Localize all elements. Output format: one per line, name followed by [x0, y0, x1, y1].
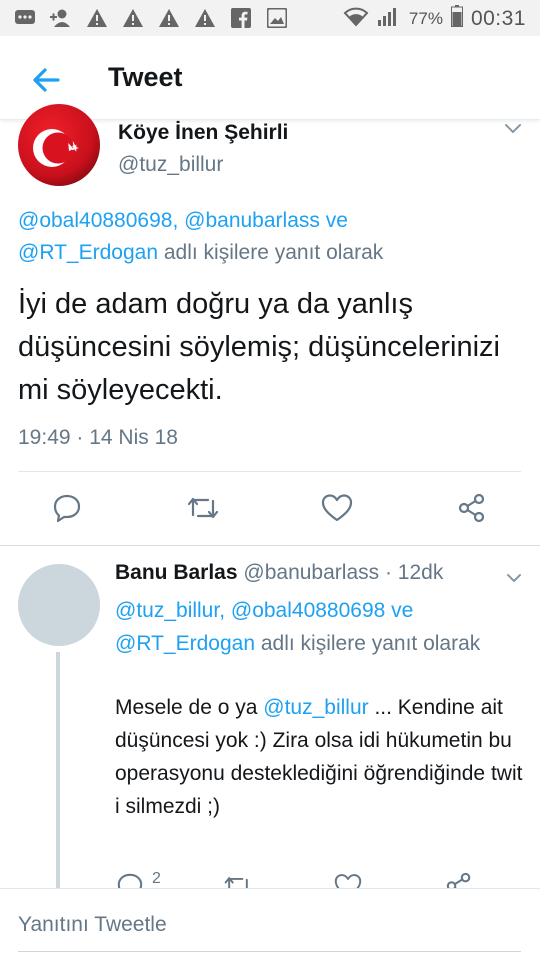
reply-suffix: adlı kişilere yanıt olarak: [158, 241, 384, 264]
reply-text: Mesele de o ya @tuz_billur ... Kendine a…: [115, 691, 530, 823]
warning-icon: [194, 7, 216, 29]
replying-to: @obal40880698, @banubarlass ve @RT_Erdoga…: [18, 205, 523, 269]
share-button[interactable]: [441, 868, 477, 890]
image-icon: [266, 7, 288, 29]
share-icon: [458, 493, 485, 523]
mention-link[interactable]: @RT_Erdogan: [115, 632, 255, 655]
reply-button[interactable]: [49, 490, 85, 526]
like-button[interactable]: [319, 490, 355, 526]
reply-header: Banu Barlas @banubarlass · 12dk: [115, 561, 443, 585]
add-contact-icon: [50, 7, 72, 29]
wifi-icon: [343, 5, 369, 32]
divider: [18, 471, 521, 472]
reply-author-handle[interactable]: @banubarlass: [243, 561, 379, 584]
tweet-text: İyi de adam doğru ya da yanlış düşüncesi…: [18, 288, 500, 406]
message-icon: [14, 7, 36, 29]
mention-link[interactable]: @banubarlass: [184, 209, 320, 232]
replying-to: @tuz_billur, @obal40880698 ve @RT_Erdogan…: [115, 594, 530, 660]
mention-link[interactable]: @obal40880698: [231, 599, 385, 622]
author-name[interactable]: Köye İnen Şehirli: [118, 121, 288, 145]
mention-link[interactable]: @tuz_billur: [115, 599, 219, 622]
reply-suffix: adlı kişilere yanıt olarak: [255, 632, 481, 655]
back-button[interactable]: [26, 60, 66, 100]
warning-icon: [122, 7, 144, 29]
reply-composer: Yanıtını Tweetle: [0, 888, 540, 960]
mention-conjunction: ve: [319, 209, 348, 232]
share-button[interactable]: [454, 490, 490, 526]
mention-link[interactable]: @obal40880698: [18, 209, 172, 232]
tweet-timestamp: 19:49 · 14 Nis 18: [18, 426, 178, 449]
page-title: Tweet: [108, 62, 183, 92]
reply-time-ago: · 12dk: [379, 561, 444, 584]
retweet-button[interactable]: [220, 868, 256, 890]
battery-icon: [450, 5, 463, 32]
reply-count: 2: [152, 870, 161, 887]
retweet-button[interactable]: [185, 490, 221, 526]
reply-actions: 2: [0, 866, 540, 890]
tweet-actions: [0, 488, 540, 530]
warning-icon: [158, 7, 180, 29]
avatar[interactable]: [18, 104, 100, 186]
signal-icon: [377, 5, 401, 32]
mention-link[interactable]: @tuz_billur: [263, 696, 368, 719]
app-bar: Tweet: [0, 36, 540, 120]
reply-button[interactable]: [112, 868, 148, 890]
facebook-icon: [230, 7, 252, 29]
reply-input[interactable]: Yanıtını Tweetle: [18, 913, 167, 937]
mention-separator: ,: [219, 599, 231, 622]
chevron-down-icon[interactable]: [504, 122, 522, 136]
reply-text-start: Mesele de o ya: [115, 696, 264, 719]
avatar[interactable]: [18, 564, 100, 646]
thread-line: [56, 652, 60, 892]
input-underline: [18, 951, 521, 952]
mention-separator: ,: [172, 209, 185, 232]
author-handle[interactable]: @tuz_billur: [118, 153, 223, 177]
chevron-down-icon[interactable]: [506, 571, 522, 583]
clock: 00:31: [470, 6, 526, 30]
turkish-flag-avatar-icon: [18, 104, 100, 186]
mention-conjunction: ve: [385, 599, 414, 622]
reply-author-name[interactable]: Banu Barlas: [115, 561, 238, 584]
mention-link[interactable]: @RT_Erdogan: [18, 241, 158, 264]
retweet-icon: [187, 497, 219, 519]
like-button[interactable]: [330, 868, 366, 890]
status-bar: 77% 00:31: [0, 0, 540, 36]
warning-icon: [86, 7, 108, 29]
battery-percent: 77%: [408, 8, 443, 28]
reply-icon: [53, 494, 81, 523]
heart-icon: [321, 494, 353, 522]
arrow-left-icon: [33, 68, 60, 92]
divider: [0, 545, 540, 546]
